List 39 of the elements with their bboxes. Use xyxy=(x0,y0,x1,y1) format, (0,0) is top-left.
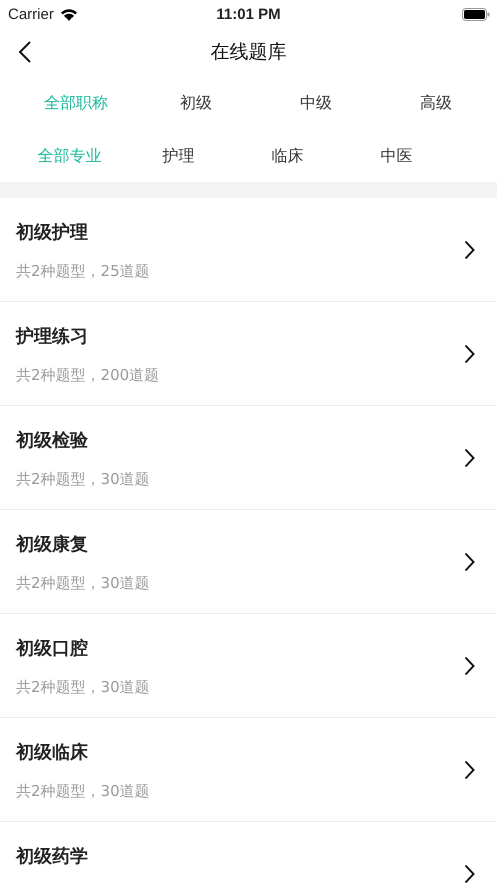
major-tab[interactable]: 护理 xyxy=(162,146,194,166)
bank-row[interactable]: 初级康复 共2种题型，30道题 xyxy=(0,510,497,614)
bank-summary: 共2种题型，30道题 xyxy=(16,470,150,488)
major-tab[interactable]: 中医 xyxy=(380,146,412,166)
wifi-icon xyxy=(60,8,78,20)
major-tab[interactable]: 临床 xyxy=(272,146,304,166)
page-title: 在线题库 xyxy=(210,40,286,65)
battery-icon xyxy=(462,8,490,20)
bank-title: 护理练习 xyxy=(16,324,89,348)
carrier-label: Carrier xyxy=(8,6,54,22)
bank-summary: 共2种题型，30道题 xyxy=(16,678,150,696)
chevron-icon xyxy=(464,864,475,883)
bank-title: 初级检验 xyxy=(16,428,89,452)
chevron-icon xyxy=(464,344,475,364)
bank-title: 初级药学 xyxy=(16,844,88,868)
level-tab[interactable]: 中级 xyxy=(300,92,332,114)
chevron-icon xyxy=(464,552,475,572)
bank-title: 初级护理 xyxy=(16,220,89,244)
bank-row[interactable]: 初级临床 共2种题型，30道题 xyxy=(0,718,497,822)
bank-summary: 共2种题型，30道题 xyxy=(16,574,150,592)
bank-summary: 共2种题型，200道题 xyxy=(16,366,160,384)
bank-title: 初级临床 xyxy=(16,740,89,764)
bank-row[interactable]: 初级护理 共2种题型，25道题 xyxy=(0,198,497,302)
chevron-icon xyxy=(464,240,475,260)
bank-row[interactable]: 初级检验 共2种题型，30道题 xyxy=(0,406,497,510)
level-tab[interactable]: 高级 xyxy=(420,92,452,114)
bank-row[interactable]: 初级口腔 共2种题型，30道题 xyxy=(0,614,497,718)
chevron-icon xyxy=(464,656,475,676)
chevron-icon xyxy=(464,448,475,468)
bank-row[interactable]: 护理练习 共2种题型，200道题 xyxy=(0,302,497,406)
bank-summary: 共2种题型，30道题 xyxy=(16,782,150,800)
bank-title: 初级口腔 xyxy=(16,636,89,660)
back-icon[interactable] xyxy=(18,40,32,64)
bank-row[interactable]: 初级药学 xyxy=(0,822,497,883)
bank-title: 初级康复 xyxy=(16,532,89,556)
chevron-icon xyxy=(464,760,475,780)
status-time: 11:01 PM xyxy=(216,6,281,22)
bank-summary: 共2种题型，25道题 xyxy=(16,262,150,280)
level-tab[interactable]: 初级 xyxy=(180,92,212,114)
